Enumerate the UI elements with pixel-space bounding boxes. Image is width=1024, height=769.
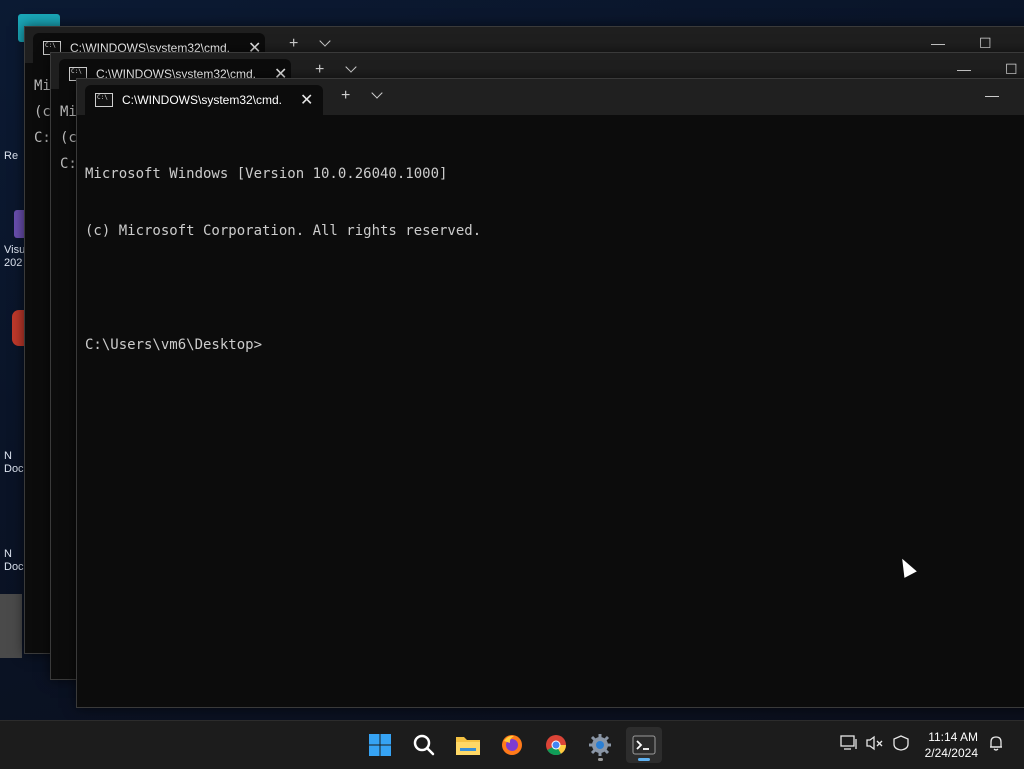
clock[interactable]: 11:14 AM 2/24/2024 [925, 729, 978, 761]
console-line: (c) Microsoft Corporation. All rights re… [85, 223, 482, 239]
desktop-icon-recycle[interactable]: Re [4, 150, 24, 163]
console-line: C: [34, 130, 51, 146]
title-bar[interactable]: C:\WINDOWS\system32\cmd. ✕ + — [77, 79, 1024, 115]
console-output: Mi (c C: [34, 73, 51, 151]
desktop-icon-label: Re [4, 150, 19, 162]
search-button[interactable] [406, 727, 442, 763]
gear-icon [589, 734, 611, 756]
minimize-button[interactable]: — [985, 87, 999, 103]
console-line: Microsoft Windows [Version 10.0.26040.10… [85, 166, 448, 182]
desktop-icon-label: N Doc [4, 450, 24, 475]
network-icon[interactable] [840, 735, 858, 755]
start-button[interactable] [362, 727, 398, 763]
search-icon [413, 734, 435, 756]
new-tab-button[interactable]: + [289, 35, 298, 53]
taskbar: 11:14 AM 2/24/2024 [0, 720, 1024, 769]
chevron-down-icon[interactable] [371, 87, 383, 99]
chevron-down-icon[interactable] [319, 35, 331, 47]
windows-logo-icon [369, 734, 391, 756]
desktop-icon-app-gray[interactable] [0, 594, 24, 658]
minimize-button[interactable]: — [957, 61, 971, 77]
new-tab-button[interactable]: + [315, 61, 324, 79]
firefox-icon [502, 735, 522, 755]
firefox-button[interactable] [494, 727, 530, 763]
terminal-button[interactable] [626, 727, 662, 763]
chrome-button[interactable] [538, 727, 574, 763]
maximize-button[interactable]: ☐ [1005, 61, 1018, 78]
volume-muted-icon[interactable] [866, 735, 884, 755]
tab-cmd[interactable]: C:\WINDOWS\system32\cmd. ✕ [85, 85, 323, 115]
console-prompt: C:\Users\vm6\Desktop> [85, 337, 263, 353]
maximize-button[interactable]: ☐ [979, 35, 992, 52]
console-line: Mi [60, 104, 77, 120]
console-output[interactable]: Microsoft Windows [Version 10.0.26040.10… [85, 127, 481, 393]
console-line: C: [60, 156, 77, 172]
chevron-down-icon[interactable] [345, 61, 357, 73]
terminal-icon [632, 735, 656, 755]
minimize-button[interactable]: — [931, 35, 945, 51]
desktop-icon-label: Visu 202 [4, 244, 26, 269]
notification-bell-icon[interactable] [988, 735, 1004, 755]
active-indicator [638, 758, 650, 761]
chrome-icon [546, 735, 567, 756]
running-indicator [598, 758, 603, 761]
new-tab-button[interactable]: + [341, 87, 350, 105]
tab-title: C:\WINDOWS\system32\cmd. [122, 93, 283, 107]
security-icon[interactable] [892, 735, 910, 755]
cmd-icon [95, 93, 113, 107]
clock-time: 11:14 AM [928, 730, 978, 744]
file-explorer-button[interactable] [450, 727, 486, 763]
clock-date: 2/24/2024 [924, 746, 978, 760]
folder-icon [456, 737, 480, 755]
cmd-window-front[interactable]: C:\WINDOWS\system32\cmd. ✕ + — Microsoft… [76, 78, 1024, 708]
console-line: (c [60, 130, 77, 146]
tab-close-icon[interactable]: ✕ [300, 90, 313, 110]
desktop-icon-label: N Doc [4, 548, 24, 573]
app-icon [0, 594, 22, 658]
console-output: Mi (c C: [60, 99, 77, 177]
settings-button[interactable] [582, 727, 618, 763]
console-line: (c [34, 104, 51, 120]
console-line: Mi [34, 78, 51, 94]
